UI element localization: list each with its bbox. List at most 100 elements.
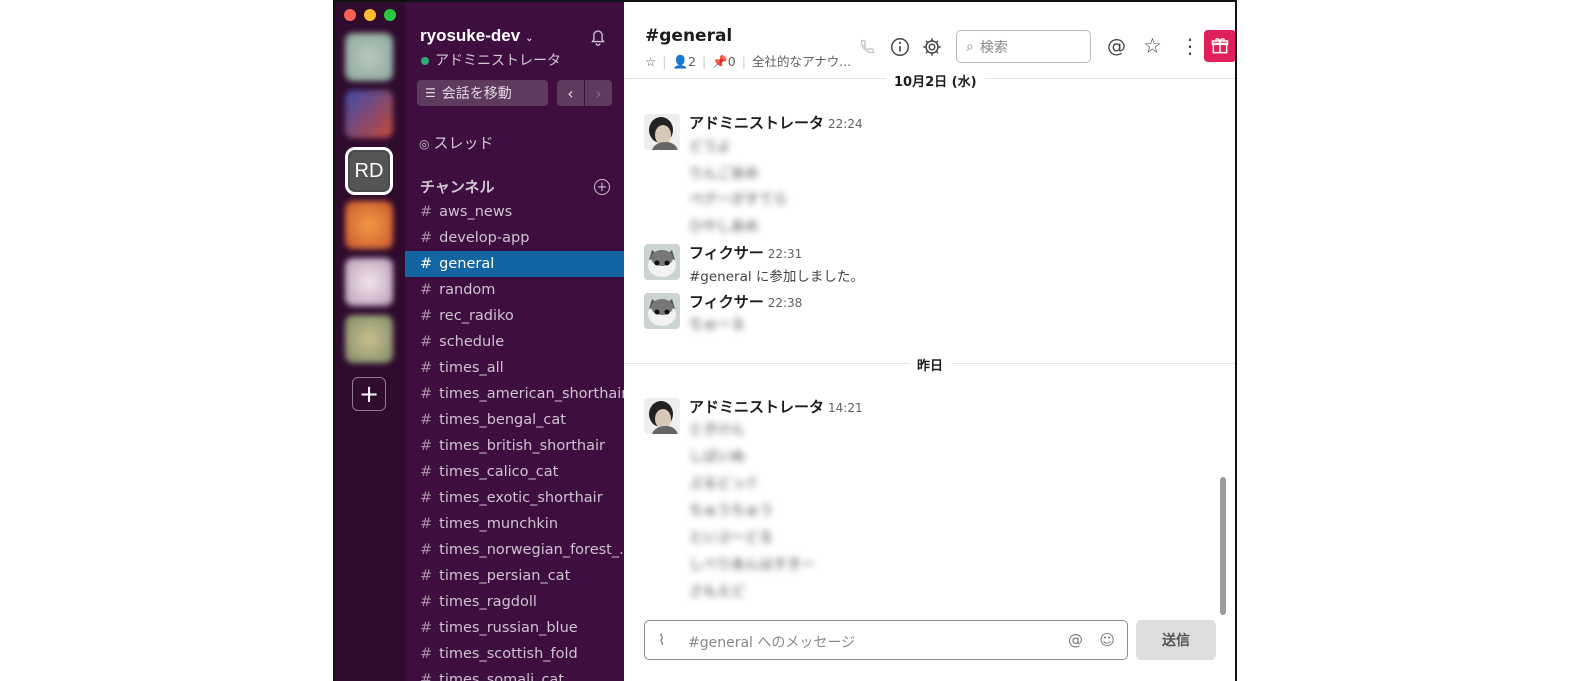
hash-icon: # — [420, 334, 433, 350]
author-name[interactable]: フィクサー — [689, 293, 764, 311]
channel-name: times_american_shorthair — [439, 386, 624, 402]
sidebar-item-times-norwegian-forest[interactable]: # times_norwegian_forest_... — [405, 537, 624, 563]
sidebar-item-times-scottish-fold[interactable]: # times_scottish_fold — [405, 641, 624, 667]
sidebar-item-times-american-shorthair[interactable]: # times_american_shorthair — [405, 381, 624, 407]
message-placeholder: #general へのメッセージ — [688, 635, 856, 651]
sidebar-item-times-somali-cat[interactable]: # times_somali_cat — [405, 667, 624, 681]
sidebar-item-threads[interactable]: ◎ スレッド — [419, 132, 494, 153]
add-channel-icon[interactable]: + — [594, 179, 610, 195]
gift-icon[interactable] — [1204, 30, 1235, 62]
channel-name: develop-app — [439, 230, 530, 246]
scrollbar[interactable] — [1220, 477, 1226, 615]
workspace-icon[interactable] — [345, 33, 393, 81]
avatar[interactable] — [644, 398, 680, 434]
sidebar-item-times-exotic-shorthair[interactable]: # times_exotic_shorthair — [405, 485, 624, 511]
channel-name: times_all — [439, 360, 504, 376]
message-text: #general に参加しました。 — [689, 269, 864, 285]
history-forward-button[interactable]: › — [585, 80, 612, 106]
close-window-button[interactable] — [344, 9, 356, 21]
message-text: しばいぬ — [689, 449, 745, 465]
hash-icon: # — [420, 490, 433, 506]
history-back-button[interactable]: ‹ — [557, 80, 584, 106]
sidebar-item-general[interactable]: # general — [405, 251, 624, 277]
workspace-rail: RD + — [335, 2, 405, 681]
more-icon[interactable]: ⋮ — [1180, 34, 1200, 58]
sidebar-item-times-persian-cat[interactable]: # times_persian_cat — [405, 563, 624, 589]
author-name[interactable]: アドミニストレータ — [689, 398, 824, 416]
star-icon[interactable]: ☆ — [645, 54, 656, 69]
members-icon[interactable]: 👤 — [672, 54, 688, 69]
current-user[interactable]: アドミニストレータ — [421, 50, 561, 70]
sidebar-item-random[interactable]: # random — [405, 277, 624, 303]
sidebar-item-times-russian-blue[interactable]: # times_russian_blue — [405, 615, 624, 641]
channel-title[interactable]: #general — [645, 26, 732, 46]
workspace-icon[interactable] — [345, 315, 393, 363]
hash-icon: # — [420, 672, 433, 681]
starred-icon[interactable]: ☆ — [1143, 34, 1165, 58]
sidebar-item-times-all[interactable]: # times_all — [405, 355, 624, 381]
timestamp[interactable]: 22:38 — [768, 296, 803, 310]
hash-icon: # — [420, 360, 433, 376]
channel-name: rec_radiko — [439, 308, 514, 324]
channels-header[interactable]: チャンネル — [420, 176, 495, 197]
timestamp[interactable]: 22:24 — [828, 117, 863, 131]
jump-to-button[interactable]: ☰ 会話を移動 — [417, 80, 548, 106]
channel-name: times_ragdoll — [439, 594, 537, 610]
sidebar-item-rec-radiko[interactable]: # rec_radiko — [405, 303, 624, 329]
timestamp[interactable]: 22:31 — [768, 247, 803, 261]
add-workspace-button[interactable]: + — [352, 377, 386, 411]
workspace-icon[interactable] — [345, 90, 393, 138]
avatar[interactable] — [644, 244, 680, 280]
maximize-window-button[interactable] — [384, 9, 396, 21]
member-count[interactable]: 2 — [688, 54, 696, 69]
search-input[interactable]: ⌕ 検索 — [956, 30, 1091, 63]
channel-name: aws_news — [439, 204, 513, 220]
sidebar-item-times-british-shorthair[interactable]: # times_british_shorthair — [405, 433, 624, 459]
hash-icon: # — [420, 386, 433, 402]
emoji-icon[interactable]: ☺ — [1099, 631, 1115, 649]
channel-name: times_norwegian_forest_... — [439, 542, 624, 558]
mention-icon[interactable]: @ — [1068, 631, 1083, 649]
sidebar-item-develop-app[interactable]: # develop-app — [405, 225, 624, 251]
gear-icon[interactable] — [921, 36, 943, 58]
avatar[interactable] — [644, 114, 680, 150]
author-name[interactable]: フィクサー — [689, 244, 764, 262]
sidebar-item-times-munchkin[interactable]: # times_munchkin — [405, 511, 624, 537]
hash-icon: # — [420, 412, 433, 428]
message-text: さもえど — [689, 584, 745, 600]
bell-icon[interactable] — [587, 26, 609, 48]
jump-to-icon: ☰ — [425, 86, 436, 100]
sidebar-item-aws-news[interactable]: # aws_news — [405, 199, 624, 225]
attach-icon[interactable]: ⌇ — [658, 631, 665, 649]
channel-topic[interactable]: 全社的なアナウ... — [752, 54, 851, 69]
workspace-menu[interactable]: ryosuke-dev ⌄ — [420, 26, 534, 46]
hash-icon: # — [420, 516, 433, 532]
hash-icon: # — [420, 594, 433, 610]
workspace-icon-current[interactable]: RD — [345, 147, 393, 195]
avatar[interactable] — [644, 293, 680, 329]
sidebar-item-times-calico-cat[interactable]: # times_calico_cat — [405, 459, 624, 485]
info-icon[interactable] — [889, 36, 911, 58]
phone-icon[interactable] — [858, 38, 876, 56]
channel-name: random — [439, 282, 496, 298]
pin-icon[interactable]: 📌 — [712, 54, 728, 69]
send-button[interactable]: 送信 — [1136, 620, 1216, 660]
sidebar-item-times-bengal-cat[interactable]: # times_bengal_cat — [405, 407, 624, 433]
pin-count[interactable]: 0 — [728, 54, 736, 69]
workspace-icon[interactable] — [345, 258, 393, 306]
message-input[interactable]: ⌇ #general へのメッセージ @ ☺ — [644, 620, 1128, 660]
workspace-icon[interactable] — [345, 201, 393, 249]
sidebar-item-times-ragdoll[interactable]: # times_ragdoll — [405, 589, 624, 615]
author-name[interactable]: アドミニストレータ — [689, 114, 824, 132]
message-text: ペグーがすてら — [689, 192, 788, 208]
search-icon: ⌕ — [966, 38, 974, 55]
mentions-icon[interactable]: @ — [1107, 35, 1129, 57]
message-header: フィクサー 22:31 — [689, 242, 802, 263]
message-text: しべりあんはすきー — [689, 557, 815, 573]
hash-icon: # — [420, 464, 433, 480]
hash-icon: # — [420, 620, 433, 636]
sidebar-item-schedule[interactable]: # schedule — [405, 329, 624, 355]
timestamp[interactable]: 14:21 — [828, 401, 863, 415]
minimize-window-button[interactable] — [364, 9, 376, 21]
hash-icon: # — [420, 646, 433, 662]
